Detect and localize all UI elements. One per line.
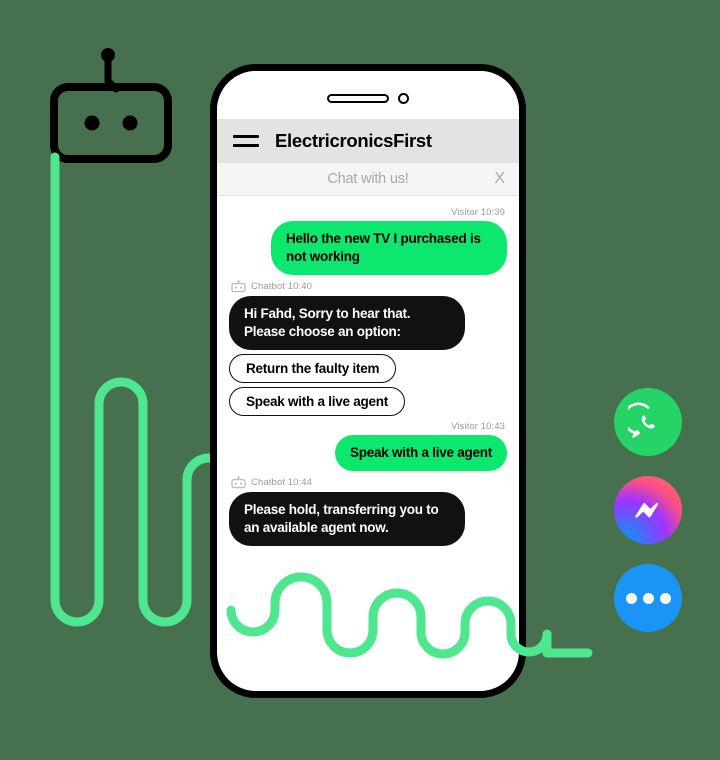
page-title: ElectricronicsFirst: [275, 130, 432, 151]
messenger-icon[interactable]: [614, 476, 682, 544]
message-meta: Chatbot 10:40: [231, 280, 505, 293]
whatsapp-glyph-icon: [628, 402, 655, 438]
sms-chat-icon[interactable]: [614, 564, 682, 632]
chat-message: Visitor 10:43 Speak with a live agent: [229, 421, 507, 471]
chatbot-avatar-icon: [231, 475, 246, 489]
quick-reply-options: Return the faulty item Speak with a live…: [229, 350, 507, 416]
chatbot-avatar-icon: [231, 280, 246, 293]
app-header: ElectricronicsFirst: [217, 119, 519, 163]
chat-widget-bar: Chat with us! X: [217, 163, 519, 196]
phone-device: ElectricronicsFirst Chat with us! X Visi…: [210, 64, 526, 698]
typing-dots-icon: [625, 592, 671, 604]
quick-reply-option-live-agent[interactable]: Speak with a live agent: [229, 386, 406, 416]
channel-icon-list: [614, 388, 682, 632]
phone-sensor-group: [327, 93, 409, 104]
message-meta-label: Visitor 10:39: [451, 207, 505, 218]
phone-top-bezel: [217, 71, 519, 119]
quick-reply-option-return[interactable]: Return the faulty item: [229, 353, 397, 383]
whatsapp-icon[interactable]: [614, 388, 682, 456]
messenger-glyph-icon: [635, 502, 659, 518]
chat-message-list: Visitor 10:39 Hello the new TV I purchas…: [217, 196, 519, 546]
message-meta-label: Visitor 10:43: [451, 420, 505, 432]
phone-speaker-icon: [327, 94, 389, 103]
hamburger-menu-icon[interactable]: [233, 135, 259, 147]
robot-mark-icon: [50, 48, 172, 163]
chat-message: Chatbot 10:44 Please hold, transferring …: [229, 475, 507, 546]
message-meta-label: Chatbot 10:44: [251, 476, 312, 488]
illustration-stage: ElectricronicsFirst Chat with us! X Visi…: [0, 0, 720, 760]
close-icon[interactable]: X: [494, 171, 505, 187]
message-meta: Visitor 10:43: [231, 421, 505, 432]
message-meta: Chatbot 10:44: [231, 475, 505, 489]
message-meta-label: Chatbot 10:40: [251, 280, 312, 292]
visitor-message-bubble: Speak with a live agent: [334, 434, 507, 471]
visitor-message-bubble: Hello the new TV I purchased is not work…: [271, 221, 507, 275]
chat-widget-label: Chat with us!: [327, 171, 409, 187]
chatbot-message-bubble: Please hold, transferring you to an avai…: [229, 491, 465, 546]
chatbot-message-bubble: Hi Fahd, Sorry to hear that. Please choo…: [229, 295, 465, 350]
chat-message: Chatbot 10:40 Hi Fahd, Sorry to hear tha…: [229, 280, 507, 416]
message-meta: Visitor 10:39: [231, 207, 505, 218]
phone-front-camera-icon: [398, 93, 409, 104]
chat-message: Visitor 10:39 Hello the new TV I purchas…: [229, 207, 507, 275]
